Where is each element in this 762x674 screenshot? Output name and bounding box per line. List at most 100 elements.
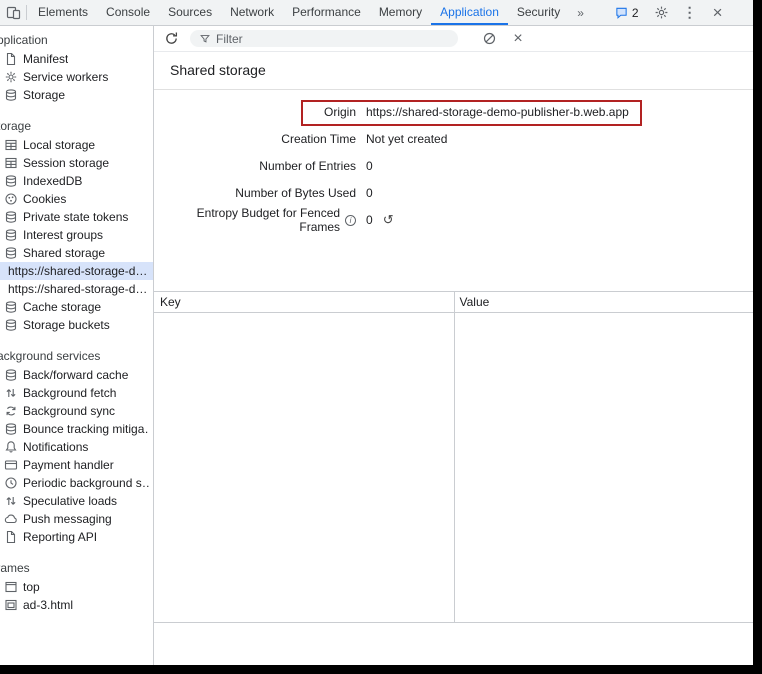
sidebar-item-back-forward-cache[interactable]: Back/forward cache [0, 366, 153, 384]
sidebar-item-label: Storage buckets [23, 318, 110, 332]
sidebar-item-cookies[interactable]: Cookies [0, 190, 153, 208]
sidebar-item-push-messaging[interactable]: Push messaging [0, 510, 153, 528]
sidebar-item-service-workers[interactable]: Service workers [0, 68, 153, 86]
column-header-key[interactable]: Key [154, 292, 454, 312]
storage-toolbar: × [154, 26, 753, 52]
tab-security[interactable]: Security [508, 0, 569, 25]
toolbar-divider [26, 5, 27, 20]
metadata-row-number-of-bytes-used: Number of Bytes Used 0 [154, 179, 753, 206]
sidebar-item-label: Cache storage [23, 300, 101, 314]
metadata-value-text: https://shared-storage-demo-publisher-b.… [366, 105, 629, 119]
sidebar-item-reporting-api[interactable]: Reporting API [0, 528, 153, 546]
delete-all-icon[interactable] [482, 31, 497, 46]
tab-application[interactable]: Application [431, 0, 508, 25]
close-devtools-icon[interactable]: × [711, 6, 725, 20]
database-icon [3, 210, 18, 225]
filter-icon [199, 33, 211, 45]
sidebar-item-indexeddb[interactable]: IndexedDB [0, 172, 153, 190]
cookie-icon [3, 192, 18, 207]
metadata-value-text: 0 [366, 186, 373, 200]
sidebar-item-label: https://shared-storage-d… [8, 282, 147, 296]
sidebar-item-storage[interactable]: Storage [0, 86, 153, 104]
settings-gear-icon[interactable] [654, 5, 669, 20]
database-icon [3, 422, 18, 437]
metadata-view: Origin https://shared-storage-demo-publis… [154, 90, 753, 233]
metadata-label: Origin [154, 105, 356, 119]
sidebar-item-shared-storage[interactable]: Shared storage [0, 244, 153, 262]
cloud-icon [3, 512, 18, 527]
tab-memory[interactable]: Memory [370, 0, 431, 25]
sidebar-item-storage-buckets[interactable]: Storage buckets [0, 316, 153, 334]
metadata-value: 0 [366, 186, 753, 200]
card-icon [3, 458, 18, 473]
table-icon [3, 156, 18, 171]
metadata-label-text: Number of Bytes Used [235, 186, 356, 200]
metadata-row-number-of-entries: Number of Entries 0 [154, 152, 753, 179]
database-icon [3, 368, 18, 383]
metadata-label: Entropy Budget for Fenced Frames [154, 206, 356, 234]
sidebar-item-label: Back/forward cache [23, 368, 128, 382]
more-options-icon[interactable]: ⋮ [684, 4, 696, 21]
sidebar-section-title: Storage [0, 117, 153, 136]
sidebar-item-label: Reporting API [23, 530, 97, 544]
sidebar-item-session-storage[interactable]: Session storage [0, 154, 153, 172]
preview-pane [154, 623, 753, 665]
sidebar-item-label: Speculative loads [23, 494, 117, 508]
sidebar-section-application: ApplicationManifestService workersStorag… [0, 31, 153, 104]
panel-tabs: ElementsConsoleSourcesNetworkPerformance… [29, 0, 569, 25]
sidebar-item-top[interactable]: top [0, 578, 153, 596]
more-tabs-button[interactable]: » [569, 6, 591, 20]
sidebar-item-payment-handler[interactable]: Payment handler [0, 456, 153, 474]
filter-field[interactable] [190, 30, 458, 47]
sidebar-item-label: Payment handler [23, 458, 114, 472]
sidebar-item-background-fetch[interactable]: Background fetch [0, 384, 153, 402]
metadata-row-origin: Origin https://shared-storage-demo-publis… [154, 98, 753, 125]
sidebar-item-local-storage[interactable]: Local storage [0, 136, 153, 154]
console-messages-icon [615, 6, 628, 19]
sidebar-item-ad-3-html[interactable]: ad-3.html [0, 596, 153, 614]
sidebar-section-storage: StorageLocal storage Session storage Index… [0, 117, 153, 334]
info-icon[interactable] [345, 215, 356, 226]
tab-performance[interactable]: Performance [283, 0, 370, 25]
sidebar-item-label: Storage [23, 88, 65, 102]
sidebar-item-speculative-loads[interactable]: Speculative loads [0, 492, 153, 510]
sidebar-item-periodic-background-s[interactable]: Periodic background s… [0, 474, 153, 492]
column-divider[interactable] [454, 292, 455, 623]
metadata-label-text: Entropy Budget for Fenced Frames [154, 206, 340, 234]
tab-console[interactable]: Console [97, 0, 159, 25]
badge-count: 2 [632, 6, 639, 20]
reset-budget-icon[interactable]: ↺ [383, 214, 394, 226]
sidebar-item-label: Push messaging [23, 512, 112, 526]
tab-elements[interactable]: Elements [29, 0, 97, 25]
clear-icon[interactable]: × [511, 30, 525, 48]
sidebar-item-private-state-tokens[interactable]: Private state tokens [0, 208, 153, 226]
metadata-label-text: Origin [324, 105, 356, 119]
sidebar-item-https-shared-storage-d[interactable]: https://shared-storage-d… [0, 262, 153, 280]
sidebar-item-label: Session storage [23, 156, 109, 170]
sidebar-section-frames: Framestopad-3.html [0, 559, 153, 614]
sidebar-section-background-services: Background servicesBack/forward cacheBac… [0, 347, 153, 546]
sidebar-item-interest-groups[interactable]: Interest groups [0, 226, 153, 244]
sidebar-item-manifest[interactable]: Manifest [0, 50, 153, 68]
metadata-row-creation-time: Creation TimeNot yet created [154, 125, 753, 152]
sidebar-item-cache-storage[interactable]: Cache storage [0, 298, 153, 316]
metadata-value: https://shared-storage-demo-publisher-b.… [366, 105, 753, 119]
metadata-label-text: Number of Entries [259, 159, 356, 173]
sidebar-item-notifications[interactable]: Notifications [0, 438, 153, 456]
tab-sources[interactable]: Sources [159, 0, 221, 25]
devtools-tabbar: ElementsConsoleSourcesNetworkPerformance… [0, 0, 753, 26]
filter-input[interactable] [216, 32, 449, 46]
tab-network[interactable]: Network [221, 0, 283, 25]
metadata-value-text: 0 [366, 159, 373, 173]
refresh-icon[interactable] [162, 31, 180, 46]
sidebar-item-bounce-tracking-mitiga[interactable]: Bounce tracking mitiga… [0, 420, 153, 438]
devtools-content: ApplicationManifestService workersStorag… [0, 26, 753, 665]
toggle-device-toolbar-icon[interactable] [0, 0, 26, 25]
document-icon [3, 52, 18, 67]
sidebar-item-label: Service workers [23, 70, 108, 84]
console-messages-button[interactable]: 2 [615, 6, 639, 20]
column-header-value[interactable]: Value [454, 292, 754, 312]
sidebar-item-background-sync[interactable]: Background sync [0, 402, 153, 420]
database-icon [3, 228, 18, 243]
sidebar-item-https-shared-storage-d[interactable]: https://shared-storage-d… [0, 280, 153, 298]
